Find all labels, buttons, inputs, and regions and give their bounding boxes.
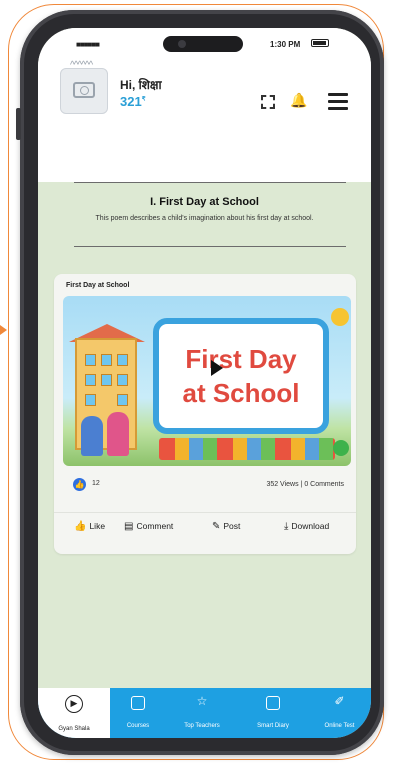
- camera-dot: [178, 40, 186, 48]
- menu-icon[interactable]: [328, 93, 348, 114]
- video-card-label: First Day at School: [66, 282, 130, 289]
- sun-icon: [331, 308, 349, 326]
- status-time: 1:30 PM: [270, 40, 301, 49]
- books-illustration: [159, 438, 335, 460]
- signal-icon: ■■■■■■: [76, 40, 100, 49]
- bottom-divider: [74, 246, 346, 247]
- qr-scan-icon[interactable]: [261, 95, 275, 109]
- points-value: 321: [120, 94, 142, 109]
- top-divider: [74, 182, 346, 183]
- like-count: 12: [92, 480, 100, 487]
- lesson-description: This poem describes a child's imaginatio…: [95, 215, 314, 222]
- edit-icon: ✎: [212, 521, 221, 532]
- post-button[interactable]: ✎ Post: [212, 521, 240, 532]
- phone-side-button: [16, 108, 21, 140]
- trophy-icon: ☆: [196, 694, 208, 708]
- bottom-navigation: ▶ Gyan Shala Courses ☆ Top Teachers Smar…: [38, 688, 371, 738]
- play-circle-icon: ▶: [65, 695, 83, 713]
- lesson-title: I. First Day at School: [150, 196, 259, 208]
- thumbnail-title: First Day at School: [182, 344, 300, 408]
- nav-item-online-test[interactable]: ✐ Online Test: [308, 688, 371, 738]
- girl-illustration: [107, 412, 129, 456]
- nav-item-gyan-shala[interactable]: ▶ Gyan Shala: [38, 688, 110, 738]
- pencil-paper-icon: ✐: [334, 694, 345, 708]
- download-button[interactable]: ⤓ Download: [284, 521, 329, 532]
- callout-arrow: [0, 325, 7, 335]
- phone-notch: [163, 36, 243, 52]
- comment-button[interactable]: ▤ Comment: [124, 521, 173, 532]
- greeting-text: Hi, शिक्षा: [120, 78, 162, 92]
- view-comment-stats: 352 Views | 0 Comments: [266, 481, 344, 488]
- play-icon[interactable]: [211, 360, 223, 376]
- app-screen: ■■■■■■ 1:30 PM ^^^^^^ Hi, शिक्षा 321₹ 🔔 …: [38, 28, 371, 738]
- nav-item-smart-diary[interactable]: Smart Diary: [238, 688, 308, 738]
- title-board: First Day at School: [153, 318, 329, 434]
- book-icon: [131, 696, 145, 710]
- boy-illustration: [81, 416, 103, 456]
- video-thumbnail[interactable]: First Day at School: [63, 296, 351, 466]
- nav-item-top-teachers[interactable]: ☆ Top Teachers: [166, 688, 238, 738]
- camera-icon[interactable]: [73, 82, 95, 98]
- points-badge: 321₹: [120, 94, 146, 109]
- thumbs-up-badge-icon: 👍: [73, 478, 86, 491]
- video-card: First Day at School First Day at School: [54, 274, 356, 554]
- comment-icon: ▤: [124, 521, 134, 532]
- thumbs-up-icon: 👍: [74, 521, 87, 532]
- battery-icon: [311, 39, 329, 47]
- download-icon: ⤓: [284, 521, 289, 532]
- check-icon: [333, 440, 349, 456]
- action-bar: 👍 Like ▤ Comment ✎ Post ⤓ Download: [54, 512, 356, 539]
- bell-icon[interactable]: 🔔: [290, 92, 307, 109]
- like-button[interactable]: 👍 Like: [74, 521, 105, 532]
- nav-item-courses[interactable]: Courses: [110, 688, 166, 738]
- status-bar: ■■■■■■ 1:30 PM: [38, 28, 371, 64]
- diary-icon: [266, 696, 280, 710]
